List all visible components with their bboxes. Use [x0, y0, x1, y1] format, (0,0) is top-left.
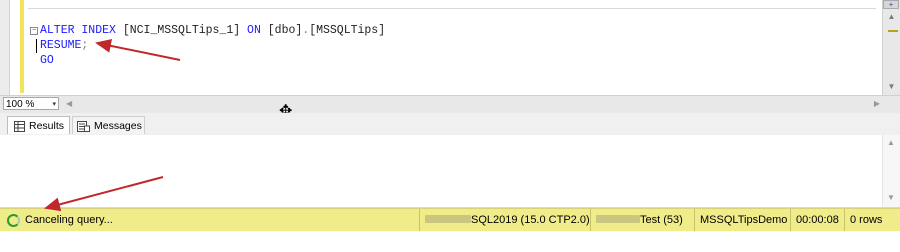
status-database: MSSQLTipsDemo [694, 209, 790, 231]
code-token: ; [81, 39, 89, 52]
results-pane[interactable]: ▲ ▼ [0, 135, 900, 208]
tab-messages-label: Messages [94, 120, 142, 132]
zoom-value: 100 % [6, 99, 35, 110]
code-token: GO [40, 54, 54, 67]
query-status-bar: Canceling query... SQL2019 (15.0 CTP2.0)… [0, 208, 900, 232]
status-login: Test (53) [590, 209, 694, 231]
scroll-up-icon[interactable]: ▲ [887, 12, 896, 21]
scroll-down-icon[interactable]: ▼ [887, 193, 895, 202]
text-caret [36, 39, 37, 53]
code-text[interactable]: ALTER INDEX [NCI_MSSQLTips_1] ON [dbo].[… [30, 23, 385, 68]
code-line[interactable]: ALTER INDEX [NCI_MSSQLTips_1] ON [dbo].[… [30, 23, 385, 38]
zoom-select[interactable]: 100 % ▾ [3, 97, 59, 110]
scroll-up-icon[interactable]: ▲ [887, 138, 895, 147]
status-server: SQL2019 (15.0 CTP2.0) [419, 209, 590, 231]
editor-vertical-scrollbar[interactable]: + ▲ ▼ [882, 0, 900, 95]
editor-divider [28, 0, 876, 9]
collapse-outline-toggle[interactable]: − [30, 27, 38, 35]
messages-icon [77, 121, 90, 132]
redacted-server-name [425, 215, 471, 223]
results-tab-bar: Results Messages [0, 113, 900, 136]
scroll-left-icon[interactable]: ◀ [66, 99, 72, 108]
spinner-icon [7, 214, 20, 227]
editor-gutter [0, 0, 10, 95]
code-token: [NCI_MSSQLTips_1] [122, 24, 241, 37]
status-elapsed-time: 00:00:08 [790, 209, 844, 231]
status-row-count: 0 rows [844, 209, 900, 231]
tab-messages[interactable]: Messages [72, 116, 145, 134]
tab-results[interactable]: Results [7, 116, 70, 134]
query-editor[interactable]: ALTER INDEX [NCI_MSSQLTips_1] ON [dbo].[… [0, 0, 900, 95]
code-token: ON [240, 24, 268, 37]
window-bottom [0, 231, 900, 252]
redacted-user-name [596, 215, 640, 223]
results-vertical-scrollbar[interactable]: ▲ ▼ [882, 135, 900, 207]
scroll-marker [888, 30, 898, 32]
split-window-button[interactable]: + [883, 0, 899, 9]
code-line[interactable]: RESUME; [30, 38, 385, 53]
status-text: Canceling query... [25, 214, 113, 226]
scroll-down-icon[interactable]: ▼ [887, 82, 896, 91]
code-line[interactable]: GO [30, 53, 385, 68]
chevron-down-icon[interactable]: ▾ [52, 98, 56, 111]
tab-results-label: Results [29, 120, 65, 132]
code-token: RESUME [40, 39, 82, 52]
grid-icon [14, 121, 25, 132]
editor-horizontal-scrollbar-row: 100 % ▾ ◀ ▶ [0, 95, 900, 113]
scroll-right-icon[interactable]: ▶ [874, 99, 880, 108]
change-tracking-bar [20, 0, 24, 93]
code-token: [MSSQLTips] [309, 24, 386, 37]
code-token: ALTER INDEX [40, 24, 123, 37]
code-token: [dbo] [267, 24, 303, 37]
